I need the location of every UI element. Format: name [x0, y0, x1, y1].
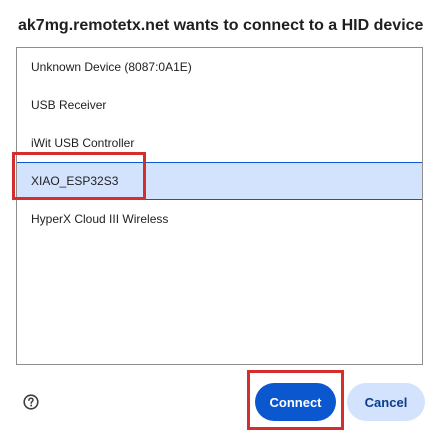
- cancel-button[interactable]: Cancel: [347, 383, 425, 421]
- help-circle-icon[interactable]: [23, 394, 39, 410]
- device-item-unknown[interactable]: Unknown Device (8087:0A1E): [17, 48, 422, 86]
- device-list[interactable]: Unknown Device (8087:0A1E) USB Receiver …: [16, 47, 423, 365]
- device-label: Unknown Device (8087:0A1E): [31, 60, 192, 74]
- device-item-hyperx-cloud[interactable]: HyperX Cloud III Wireless: [17, 200, 422, 238]
- dialog-title: ak7mg.remotetx.net wants to connect to a…: [18, 17, 424, 34]
- hid-chooser-dialog: ak7mg.remotetx.net wants to connect to a…: [0, 0, 444, 439]
- device-label: iWit USB Controller: [31, 136, 135, 150]
- device-item-usb-receiver[interactable]: USB Receiver: [17, 86, 422, 124]
- device-label: USB Receiver: [31, 98, 107, 112]
- connect-button[interactable]: Connect: [255, 383, 336, 421]
- device-label: HyperX Cloud III Wireless: [31, 212, 169, 226]
- device-item-xiao-esp32s3[interactable]: XIAO_ESP32S3: [17, 162, 422, 200]
- device-label: XIAO_ESP32S3: [31, 174, 119, 188]
- device-item-iwit-controller[interactable]: iWit USB Controller: [17, 124, 422, 162]
